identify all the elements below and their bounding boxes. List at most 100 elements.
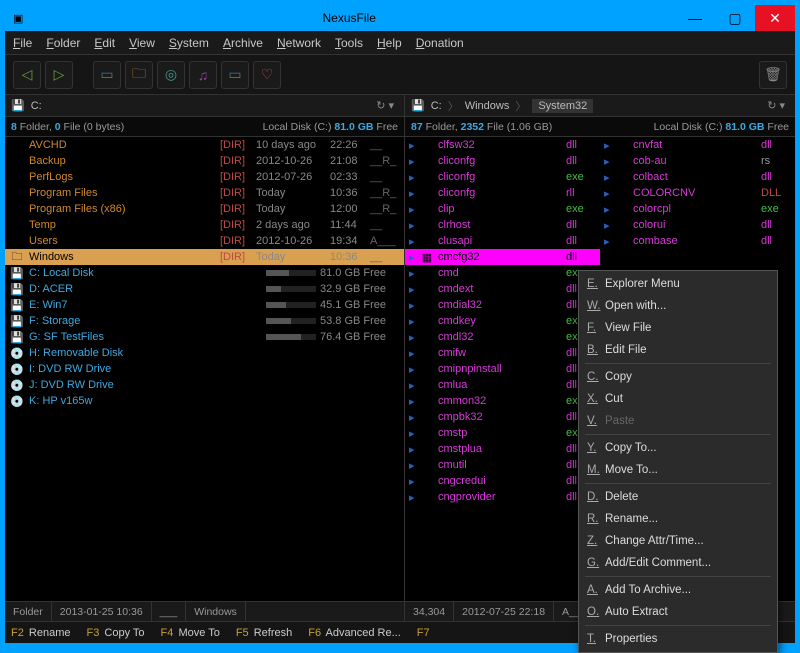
fn-f4[interactable]: F4 Move To — [161, 627, 220, 639]
menu-tools[interactable]: Tools — [335, 36, 363, 50]
list-item[interactable]: ▸▦ cngcreduidll — [405, 473, 600, 489]
favorite-icon[interactable]: ♡ — [253, 61, 281, 89]
list-item[interactable]: ▸▦ clipexe — [405, 201, 600, 217]
right-breadcrumb[interactable]: 💾 C: 〉 Windows 〉 System32 ↻ ▾ — [405, 95, 795, 117]
list-item[interactable]: 🗀 Users [DIR] 2012-10-26 19:34 A___ — [5, 233, 404, 249]
nav-back-button[interactable]: ◁ — [13, 61, 41, 89]
list-item[interactable]: ▸▦ combasedll — [600, 233, 795, 249]
list-item[interactable]: ▸▦ clusapidll — [405, 233, 600, 249]
fn-f3[interactable]: F3 Copy To — [86, 627, 144, 639]
list-item[interactable]: ▸▦ cliconfgexe — [405, 169, 600, 185]
trash-icon[interactable]: 🗑 — [759, 61, 787, 89]
menu-network[interactable]: Network — [277, 36, 321, 50]
ctx-explorer-menu[interactable]: E.Explorer Menu — [579, 273, 777, 295]
list-item[interactable]: ▸▦ cmdextdll — [405, 281, 600, 297]
list-item[interactable]: 🗀 Program Files [DIR] Today 10:36 __R_ — [5, 185, 404, 201]
close-button[interactable]: ✕ — [755, 5, 795, 31]
list-item[interactable]: 🗀 Program Files (x86) [DIR] Today 12:00 … — [5, 201, 404, 217]
list-item[interactable]: 🗀 PerfLogs [DIR] 2012-07-26 02:33 __ — [5, 169, 404, 185]
minimize-button[interactable]: — — [675, 5, 715, 31]
ctx-rename-[interactable]: R.Rename... — [579, 508, 777, 530]
list-item[interactable]: 🗀 Backup [DIR] 2012-10-26 21:08 __R_ — [5, 153, 404, 169]
list-item[interactable]: ▸▦ colbactdll — [600, 169, 795, 185]
menu-folder[interactable]: Folder — [46, 36, 80, 50]
list-item[interactable]: ▸▦ clrhostdll — [405, 217, 600, 233]
list-item[interactable]: ▸▦ cmdexe — [405, 265, 600, 281]
list-item[interactable]: ▸▦ cmdkeyexe — [405, 313, 600, 329]
list-item[interactable]: 💿 I: DVD RW Drive — [5, 361, 404, 377]
menu-edit[interactable]: Edit — [94, 36, 115, 50]
menu-file[interactable]: File — [13, 36, 32, 50]
list-item[interactable]: ▸▦ cliconfgrll — [405, 185, 600, 201]
ctx-auto-extract[interactable]: O.Auto Extract — [579, 601, 777, 623]
file-icon: ▦ — [419, 411, 435, 424]
ctx-properties[interactable]: T.Properties — [579, 628, 777, 650]
list-item[interactable]: 🗀 AVCHD [DIR] 10 days ago 22:26 __ — [5, 137, 404, 153]
list-item[interactable]: ▸▦ cmluadll — [405, 377, 600, 393]
ctx-delete[interactable]: D.Delete — [579, 486, 777, 508]
list-item[interactable]: 💾 D: ACER 32.9 GB Free — [5, 281, 404, 297]
list-item[interactable]: 💿 J: DVD RW Drive — [5, 377, 404, 393]
list-item[interactable]: 💾 E: Win7 45.1 GB Free — [5, 297, 404, 313]
list-item[interactable]: ▸▦ cmifwdll — [405, 345, 600, 361]
ctx-open-with-[interactable]: W.Open with... — [579, 295, 777, 317]
list-item[interactable]: ▸▦ cliconfgdll — [405, 153, 600, 169]
nav-forward-button[interactable]: ▷ — [45, 61, 73, 89]
list-item[interactable]: 💿 K: HP v165w — [5, 393, 404, 409]
ctx-add-edit-comment-[interactable]: G.Add/Edit Comment... — [579, 552, 777, 574]
file-icon: ▦ — [419, 299, 435, 312]
ctx-change-attr-time-[interactable]: Z.Change Attr/Time... — [579, 530, 777, 552]
list-item[interactable]: ▸▦ cnvfatdll — [600, 137, 795, 153]
ctx-move-to-[interactable]: M.Move To... — [579, 459, 777, 481]
fn-f6[interactable]: F6 Advanced Re... — [308, 627, 401, 639]
archive-icon[interactable]: ◎ — [157, 61, 185, 89]
fn-f2[interactable]: F2 Rename — [11, 627, 70, 639]
menu-help[interactable]: Help — [377, 36, 402, 50]
list-item[interactable]: ▸▦ cmpbk32dll — [405, 409, 600, 425]
menu-view[interactable]: View — [129, 36, 155, 50]
list-item[interactable]: ▸▦ cmcfg32dll — [405, 249, 600, 265]
fn-f5[interactable]: F5 Refresh — [236, 627, 292, 639]
music-icon[interactable]: ♫ — [189, 61, 217, 89]
refresh-icon[interactable]: ↻ ▾ — [372, 99, 398, 112]
list-item[interactable]: ▸▦ colorcplexe — [600, 201, 795, 217]
list-item[interactable]: ▸▦ cmdial32dll — [405, 297, 600, 313]
ctx-edit-file[interactable]: B.Edit File — [579, 339, 777, 361]
file-icon: ▦ — [419, 347, 435, 360]
titlebar[interactable]: ▣ NexusFile — ▢ ✕ — [5, 5, 795, 31]
list-item[interactable]: ▸▦ cmmon32exe — [405, 393, 600, 409]
list-item[interactable]: 💾 C: Local Disk 81.0 GB Free — [5, 265, 404, 281]
menu-donation[interactable]: Donation — [416, 36, 464, 50]
list-item[interactable]: 💾 G: SF TestFiles 76.4 GB Free — [5, 329, 404, 345]
list-item[interactable]: ▸▦ clfsw32dll — [405, 137, 600, 153]
list-item[interactable]: ▸▦ coloruidll — [600, 217, 795, 233]
list-item[interactable]: 🗀 Windows [DIR] Today 10:36 __ — [5, 249, 404, 265]
folder-icon[interactable]: 🗀 — [125, 61, 153, 89]
ctx-copy[interactable]: C.Copy — [579, 366, 777, 388]
left-filelist[interactable]: 🗀 AVCHD [DIR] 10 days ago 22:26 __🗀 Back… — [5, 137, 404, 601]
list-item[interactable]: ▸▦ cmstpluadll — [405, 441, 600, 457]
list-item[interactable]: ▸▦ cngproviderdll — [405, 489, 600, 505]
list-item[interactable]: 💾 F: Storage 53.8 GB Free — [5, 313, 404, 329]
ctx-cut[interactable]: X.Cut — [579, 388, 777, 410]
list-item[interactable]: 🗀 Temp [DIR] 2 days ago 11:44 __ — [5, 217, 404, 233]
list-item[interactable]: ▸▦ cmstpexe — [405, 425, 600, 441]
view-icon[interactable]: ▭ — [93, 61, 121, 89]
ctx-add-to-archive-[interactable]: A.Add To Archive... — [579, 579, 777, 601]
ctx-view-file[interactable]: F.View File — [579, 317, 777, 339]
disk-icon[interactable]: ▭ — [221, 61, 249, 89]
fn-f7[interactable]: F7 — [417, 627, 432, 639]
menu-archive[interactable]: Archive — [223, 36, 263, 50]
context-menu[interactable]: E.Explorer MenuW.Open with...F.View File… — [578, 270, 778, 653]
left-breadcrumb[interactable]: 💾 C: ↻ ▾ — [5, 95, 404, 117]
list-item[interactable]: ▸▦ cmutildll — [405, 457, 600, 473]
list-item[interactable]: 💿 H: Removable Disk — [5, 345, 404, 361]
menu-system[interactable]: System — [169, 36, 209, 50]
list-item[interactable]: ▸▦ cob-aurs — [600, 153, 795, 169]
refresh-icon[interactable]: ↻ ▾ — [763, 99, 789, 112]
list-item[interactable]: ▸▦ cmdl32exe — [405, 329, 600, 345]
list-item[interactable]: ▸▦ cmipnpinstalldll — [405, 361, 600, 377]
ctx-copy-to-[interactable]: Y.Copy To... — [579, 437, 777, 459]
list-item[interactable]: ▸▦ COLORCNVDLL — [600, 185, 795, 201]
maximize-button[interactable]: ▢ — [715, 5, 755, 31]
